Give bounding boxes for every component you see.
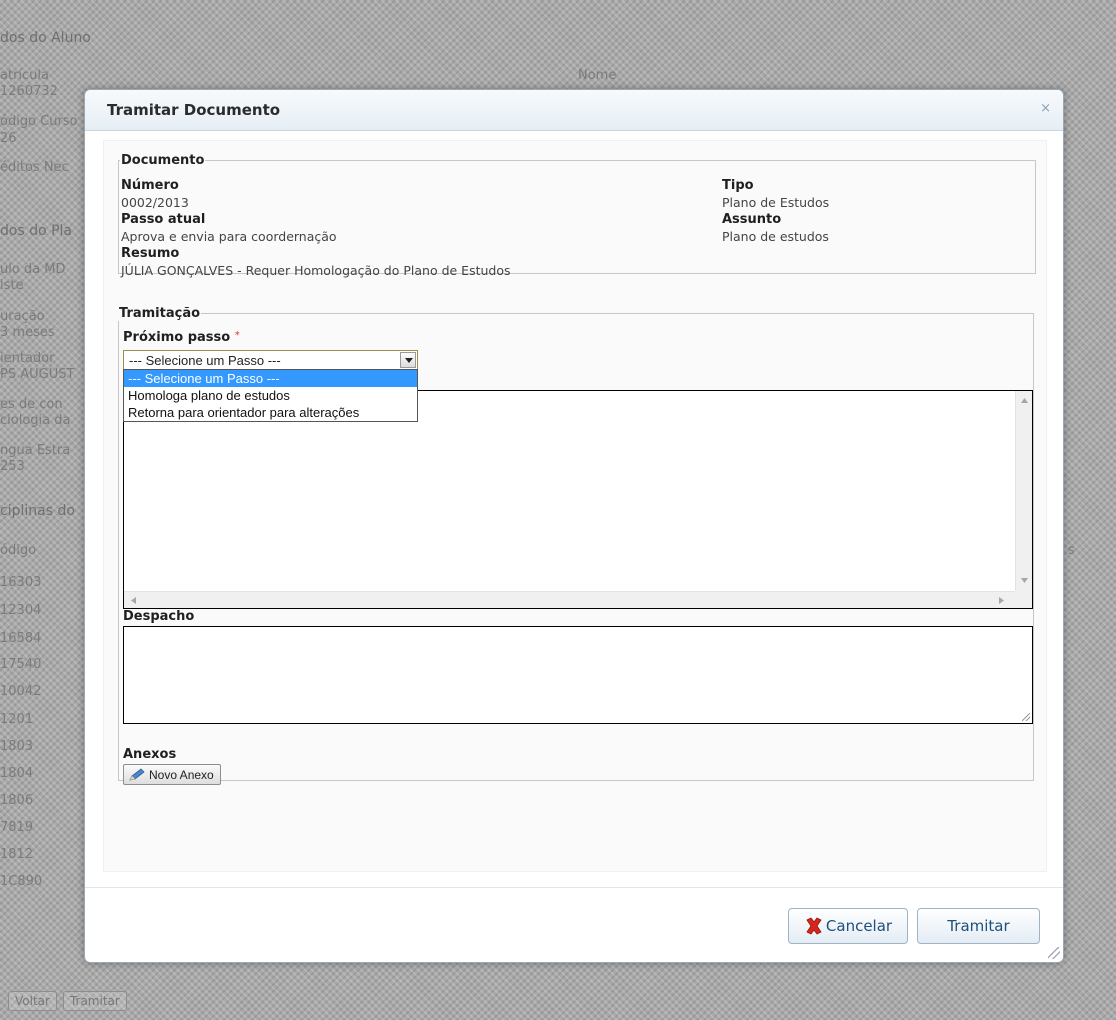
step-description-textarea[interactable] xyxy=(123,390,1033,609)
numero-label: Número xyxy=(121,178,179,193)
bg-duracao-value: 3 meses xyxy=(0,325,55,340)
bg-lingua-value: 253 xyxy=(0,459,25,474)
passo-atual-value: Aprova e envia para coordernação xyxy=(121,229,337,244)
bg-tramitar-button: Tramitar xyxy=(62,991,127,1011)
bg-titulo-label: ulo da MD xyxy=(0,262,66,277)
bg-code-row: 7819 xyxy=(0,820,34,835)
bg-code-row: 1803 xyxy=(0,739,34,754)
numero-value: 0002/2013 xyxy=(121,195,189,210)
close-icon[interactable]: × xyxy=(1040,101,1051,116)
tramitar-label: Tramitar xyxy=(947,917,1010,935)
bg-orientador-label: ientador xyxy=(0,351,55,366)
assunto-value: Plano de estudos xyxy=(722,229,829,244)
cancel-button[interactable]: Cancelar xyxy=(788,908,908,944)
dropdown-option[interactable]: Homologa plano de estudos xyxy=(124,387,417,404)
scroll-arrows-h-icon xyxy=(131,597,1004,604)
tramitar-button[interactable]: Tramitar xyxy=(917,908,1040,944)
required-mark: * xyxy=(234,330,240,341)
bg-duracao-label: uração xyxy=(0,309,45,324)
bg-code-row: 1804 xyxy=(0,766,34,781)
bg-lingua-label: ngua Estra xyxy=(0,443,71,458)
assunto-label: Assunto xyxy=(722,212,782,227)
despacho-textarea[interactable] xyxy=(123,626,1033,724)
tramitacao-legend: Tramitação xyxy=(119,306,201,321)
bg-right-header: s xyxy=(1068,543,1075,558)
bg-actions: Voltar Tramitar xyxy=(8,991,127,1011)
bg-codigo-curso-label: ódigo Curso xyxy=(0,114,78,129)
proximo-passo-text: Próximo passo xyxy=(123,330,231,345)
vertical-scrollbar[interactable] xyxy=(1015,391,1032,591)
dropdown-option[interactable]: --- Selecione um Passo --- xyxy=(124,370,417,387)
bg-code-row: 1201 xyxy=(0,712,34,727)
footer-divider xyxy=(85,887,1063,888)
scrollbar-corner xyxy=(1015,591,1032,608)
bg-code-row: 16584 xyxy=(0,631,42,646)
bg-section-aluno: dos do Aluno xyxy=(0,30,91,46)
pencil-icon xyxy=(129,767,145,781)
proximo-passo-dropdown: --- Selecione um Passo --- Homologa plan… xyxy=(123,369,418,422)
resize-grip-icon[interactable] xyxy=(1022,713,1030,721)
bg-code-row: 1812 xyxy=(0,847,34,862)
tramitar-dialog: Tramitar Documento × Documento Número 00… xyxy=(84,89,1064,963)
dialog-title: Tramitar Documento xyxy=(107,101,281,119)
bg-orientador-value: PS AUGUST xyxy=(0,367,75,382)
bg-matricula-value: 1260732 xyxy=(0,84,58,99)
bg-codigo-curso-value: 26 xyxy=(0,131,17,146)
dropdown-option[interactable]: Retorna para orientador para alterações xyxy=(124,404,417,421)
bg-code-row: 1806 xyxy=(0,793,34,808)
bg-disciplinas-label: ciplinas do xyxy=(0,503,75,519)
bg-coorientador-value: ciologia da xyxy=(0,413,71,428)
proximo-passo-label: Próximo passo * xyxy=(123,330,240,345)
dialog-titlebar[interactable]: Tramitar Documento × xyxy=(85,90,1063,131)
anexos-label: Anexos xyxy=(123,747,177,762)
bg-coorientador-label: es de con xyxy=(0,397,63,412)
novo-anexo-label: Novo Anexo xyxy=(149,767,214,782)
cancel-x-icon xyxy=(806,917,822,935)
bg-code-row: 1C890 xyxy=(0,874,43,889)
bg-code-row: 10042 xyxy=(0,684,42,699)
chevron-down-icon[interactable] xyxy=(400,352,416,368)
resumo-value: JÚLIA GONÇALVES - Requer Homologação do … xyxy=(121,263,511,278)
bg-code-row: 16303 xyxy=(0,575,42,590)
cancel-label: Cancelar xyxy=(825,917,893,935)
tramitacao-fieldset: Tramitação Próximo passo * --- Selecione… xyxy=(118,306,1034,785)
bg-matricula-label: atrícula xyxy=(0,68,49,83)
proximo-passo-select[interactable]: --- Selecione um Passo --- xyxy=(123,350,418,370)
tipo-value: Plano de Estudos xyxy=(722,195,830,210)
dialog-content: Documento Número 0002/2013 Passo atual A… xyxy=(103,140,1047,872)
scroll-arrows-icon xyxy=(1021,398,1028,583)
novo-anexo-button[interactable]: Novo Anexo xyxy=(123,764,221,785)
bg-code-row: 17540 xyxy=(0,657,42,672)
select-current-value: --- Selecione um Passo --- xyxy=(129,353,281,368)
documento-fieldset: Documento Número 0002/2013 Passo atual A… xyxy=(118,153,1036,278)
tipo-label: Tipo xyxy=(722,178,754,193)
bg-voltar-button: Voltar xyxy=(8,991,57,1011)
bg-nome-label: Nome xyxy=(578,68,617,83)
dialog-resize-handle[interactable] xyxy=(1048,947,1060,959)
documento-legend: Documento xyxy=(121,153,205,168)
despacho-label: Despacho xyxy=(123,609,195,624)
passo-atual-label: Passo atual xyxy=(121,212,206,227)
bg-codigo-header: ódigo xyxy=(0,543,37,558)
bg-creditos-label: éditos Nec xyxy=(0,160,69,175)
bg-code-row: 12304 xyxy=(0,603,42,618)
horizontal-scrollbar[interactable] xyxy=(124,591,1016,608)
resumo-label: Resumo xyxy=(121,246,180,261)
bg-section-plano: dos do Pla xyxy=(0,223,73,239)
bg-titulo-value: iste xyxy=(0,278,24,293)
